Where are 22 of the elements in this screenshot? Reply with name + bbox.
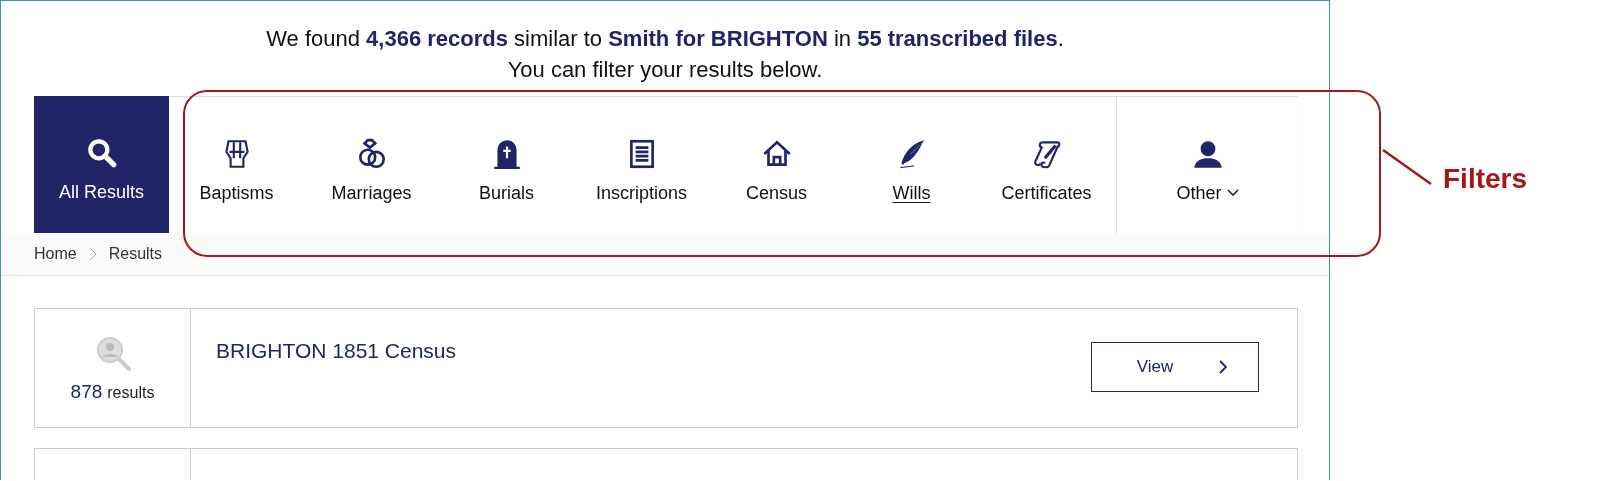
filter-tab[interactable]: All Results xyxy=(34,96,169,233)
filter-hint: You can filter your results below. xyxy=(506,56,824,84)
chevron-right-icon xyxy=(88,247,97,261)
result-title-link[interactable]: BRIGHTON 1851 Census xyxy=(216,339,457,363)
result-count-label: results xyxy=(107,384,155,402)
filter-tab[interactable]: Wills xyxy=(844,97,979,233)
filter-tab[interactable]: Certificates xyxy=(979,97,1114,233)
result-count: 878 xyxy=(70,381,103,403)
filter-tab[interactable]: Census xyxy=(709,97,844,233)
filter-tab[interactable]: Burials xyxy=(439,97,574,233)
annotation-label: Filters xyxy=(1443,163,1528,195)
filter-tab[interactable]: Baptisms xyxy=(169,97,304,233)
view-button[interactable]: View xyxy=(1091,342,1259,392)
chevron-right-icon xyxy=(1219,360,1228,374)
filter-tab[interactable]: Other xyxy=(1117,97,1298,233)
filter-tab[interactable]: Marriages xyxy=(304,97,439,233)
results-summary: We found 4,366 records similar to Smith for BRIGHTON in 55 transcribed files. xyxy=(265,25,1065,53)
leader-line xyxy=(1382,149,1432,185)
breadcrumb-link[interactable]: Results xyxy=(108,245,163,263)
breadcrumb-link[interactable]: Home xyxy=(34,245,77,263)
chevron-down-icon xyxy=(1226,189,1239,197)
filter-tab[interactable]: Inscriptions xyxy=(574,97,709,233)
